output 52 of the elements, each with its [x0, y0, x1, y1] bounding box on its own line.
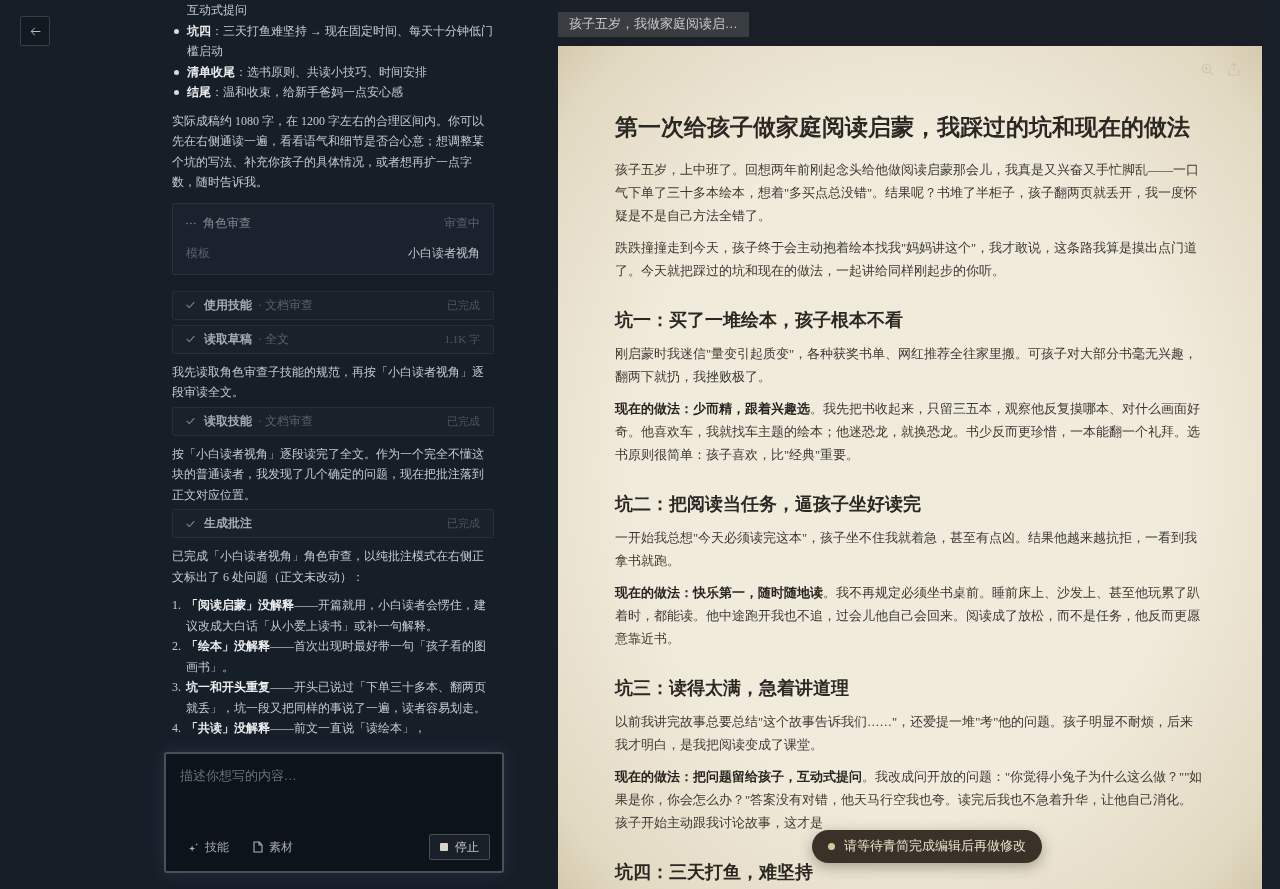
card-title: 角色审查	[203, 215, 251, 233]
list-item-text: 清单收尾：选书原则、共读小技巧、时间安排	[187, 63, 427, 81]
list-number: 1.	[172, 597, 182, 614]
message-paragraph: 我先读取角色审查子技能的规范，再按「小白读者视角」逐段审读全文。	[172, 363, 485, 401]
document-tab[interactable]: 孩子五岁，我做家庭阅读启…	[558, 12, 749, 37]
message-paragraph: 已完成「小白读者视角」角色审查，以纯批注模式在右侧正文标出了 6 处问题（正文未改动）：	[172, 548, 485, 586]
step-detail: · 文档审查	[258, 296, 313, 314]
back-button[interactable]	[20, 16, 50, 46]
list-number: 4.	[172, 720, 182, 737]
prompt-input[interactable]: 描述你想写的内容…	[166, 754, 502, 833]
step-name: 读取技能	[204, 412, 252, 430]
step-name: 生成批注	[204, 515, 252, 533]
stop-icon	[440, 843, 448, 851]
list-number: 3.	[172, 679, 182, 696]
body-paragraph: 孩子五岁，上中班了。回想两年前刚起念头给他做阅读启蒙那会儿，我真是又兴奋又手忙脚乱——一口气下单了三十多本绘本，想着"多买点总没错"。结果呢？书堆了半柜子，孩子翻两页就丢开，我一度怀疑是不是自己方法全错了。	[615, 162, 1200, 225]
step-detail: · 全文	[258, 330, 289, 348]
body-paragraph: 现在的做法：快乐第一，随时随地读。我不再规定必须坐书桌前。睡前床上、沙发上、甚至他玩累了趴着时，都能读。他中途跑开我也不追，过会儿他自己会回来。阅读成了放松，而不是任务，他反而更愿意靠近书。	[615, 585, 1201, 648]
list-item-text: 「共读」没解释——前文一直说「读绘本」，	[186, 720, 426, 737]
composer-tool-button[interactable]: 素材	[253, 838, 293, 856]
section-heading: 坑一：买了一堆绘本，孩子根本不看	[615, 309, 904, 331]
step-name: 读取草稿	[204, 330, 252, 348]
back-arrow-icon	[29, 26, 41, 36]
body-paragraph: 跌跌撞撞走到今天，孩子终于会主动抱着绘本找我"妈妈讲这个"，我才敢说，这条路我算是摸出点门道了。今天就把踩过的坑和现在的做法，一起讲给同样刚起步的你听。	[615, 240, 1199, 280]
list-item-text: 坑四：三天打鱼难坚持 → 现在固定时间、每天十分钟低门槛启动	[187, 22, 494, 60]
section-heading: 坑四：三天打鱼，难坚持	[615, 861, 814, 883]
list-number: 2.	[172, 638, 182, 655]
document-title: 第一次给孩子做家庭阅读启蒙，我踩过的坑和现在的做法	[615, 114, 1191, 142]
field-value: 小白读者视角	[408, 245, 480, 263]
file-icon	[253, 841, 263, 853]
body-paragraph: 现在的做法：少而精，跟着兴趣选。我先把书收起来，只留三五本，观察他反复摸哪本、对什么画面好奇。他喜欢车，我就找车主题的绘本；他迷恐龙，就换恐龙。书少反而更珍惜，一本能翻一个礼拜。选书原则很简单：孩子喜欢，比"经典"重要。	[615, 400, 1201, 464]
message-paragraph: 按「小白读者视角」逐段读完了全文。作为一个完全不懂这块的普通读者，我发现了几个确定的问题，现在把批注落到正文对应位置。	[172, 445, 485, 504]
field-label: 模板	[186, 245, 210, 263]
body-paragraph: 一开始我总想"今天必须读完这本"，孩子坐不住我就着急，甚至有点凶。结果他越来越抗拒，一看到我拿书就跑。	[615, 530, 1199, 570]
body-paragraph: 现在的做法：把问题留给孩子，互动式提问。我改成问开放的问题："你觉得小兔子为什么这么做？""如果是你，你会怎么办？"答案没有对错，他天马行空我也夸。读完后我也不急着升华，让他自己消化。孩子开始主动跟我讨论故事，这才是	[615, 769, 1204, 832]
body-paragraph: 刚启蒙时我迷信"量变引起质变"，各种获奖书单、网红推荐全往家里搬。可孩子对大部分书毫无兴趣，翻两下就扔，我挫败极了。	[615, 346, 1199, 386]
composer-tool-button[interactable]: 技能	[188, 838, 229, 856]
list-item-text: 结尾：温和收束，给新手爸妈一点安心感	[187, 84, 403, 101]
list-item-text: 「绘本」没解释——首次出现时最好带一句「孩子看的图画书」。	[186, 638, 487, 676]
section-heading: 坑三：读得太满，急着讲道理	[615, 677, 850, 699]
notice-toast: 请等待青简完成编辑后再做修改	[812, 830, 1042, 863]
prompt-box[interactable]: 描述你想写的内容… 技能 素材 停止	[164, 752, 504, 873]
status-label: 审查中	[444, 215, 480, 233]
step-detail: · 文档审查	[258, 412, 313, 430]
body-paragraph: 以前我讲完故事总要总结"这个故事告诉我们……"，还爱提一堆"考"他的问题。孩子明显不耐烦，后来我才明白，是我把阅读变成了课堂。	[615, 714, 1195, 754]
stop-button[interactable]: 停止	[429, 834, 490, 860]
step-name: 使用技能	[204, 296, 252, 314]
list-item-text: 互动式提问	[187, 2, 247, 19]
message-paragraph: 实际成稿约 1080 字，在 1200 字左右的合理区间内。你可以先在右侧通读一遍，看看语气和细节是否合心意；想调整某个坑的写法、补充你孩子的具体情况，或者想再扩一点字数，随时告诉我。	[172, 112, 485, 191]
section-heading: 坑二：把阅读当任务，逼孩子坐好读完	[615, 493, 922, 515]
sparkle-icon	[188, 841, 199, 853]
list-item-text: 坑一和开头重复——开头已说过「下单三十多本、翻两页就丢」，坑一段又把同样的事说了一遍，读者容易划走。	[186, 679, 487, 717]
list-item-text: 「阅读启蒙」没解释——开篇就用，小白读者会愣住，建议改成大白话「从小爱上读书」或补一句解释。	[186, 597, 487, 635]
